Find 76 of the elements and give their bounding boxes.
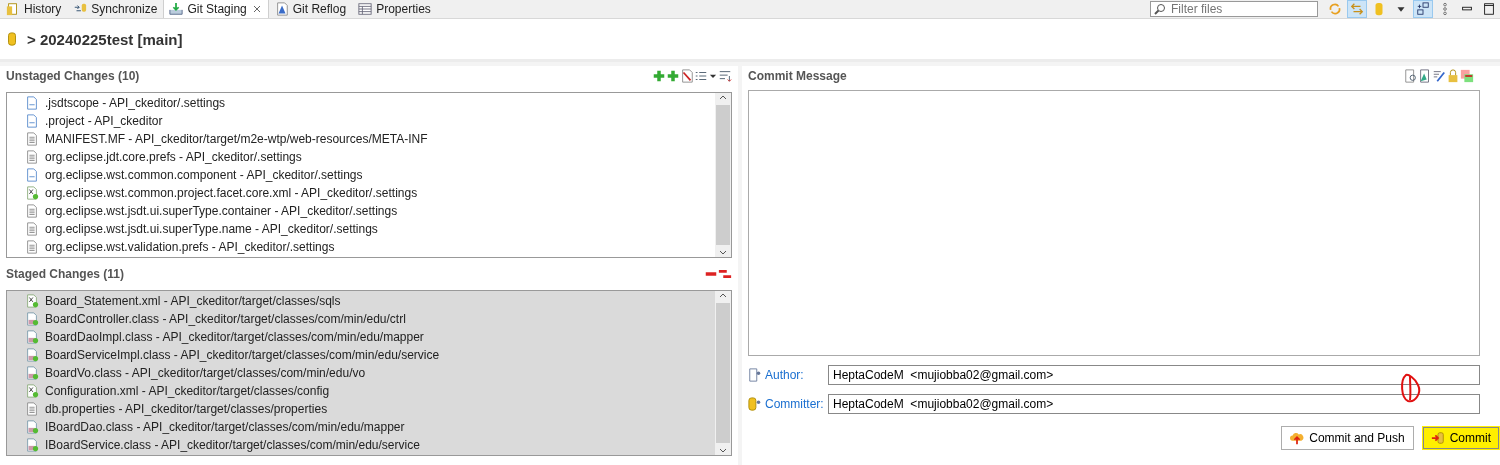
file-entry[interactable]: .project - API_ckeditor <box>45 114 163 128</box>
file-entry[interactable]: Configuration.xml - API_ckeditor/target/classes/config <box>45 384 330 398</box>
file-entry[interactable]: org.eclipse.wst.common.project.facet.core.xml - API_ckeditor/.settings <box>45 186 418 200</box>
commit-message-field[interactable] <box>748 90 1480 356</box>
author-label: Author: <box>765 368 804 382</box>
xml-file-icon <box>25 186 39 200</box>
file-icon <box>25 168 39 182</box>
cloud-upload-icon <box>1290 431 1305 445</box>
author-field[interactable]: HeptaCodeM <mujiobba02@gmail.com> <box>828 365 1480 385</box>
lock-icon <box>1446 69 1460 83</box>
class-file-icon <box>25 438 39 452</box>
commit-button[interactable]: Commit <box>1421 426 1500 450</box>
file-entry[interactable]: BoardServiceImpl.class - API_ckeditor/target/classes/com/min/edu/service <box>45 348 440 362</box>
section-title: Unstaged Changes (10) <box>6 69 141 83</box>
text-file-icon <box>25 222 39 236</box>
view-tab[interactable]: Synchronize <box>67 0 164 18</box>
ignore-icon <box>680 69 694 83</box>
scrollbar[interactable] <box>715 291 731 455</box>
author-icon <box>748 368 762 382</box>
view-tab[interactable]: Properties <box>352 0 437 18</box>
change-id-icon <box>1460 69 1474 83</box>
scrollbar[interactable] <box>715 93 731 257</box>
file-entry[interactable]: MANIFEST.MF - API_ckeditor/target/m2e-wtp/web-resources/META-INF <box>45 132 428 146</box>
history-icon <box>6 2 20 16</box>
view-tab[interactable]: History <box>0 0 68 18</box>
committer-label: Committer: <box>765 397 824 411</box>
section-title: Commit Message <box>748 69 848 83</box>
sort-icon <box>718 69 732 83</box>
repository-title: > 20240225test [main] <box>27 30 183 48</box>
file-icon <box>25 96 39 110</box>
text-file-icon <box>25 240 39 254</box>
layout-icon[interactable] <box>1413 0 1433 18</box>
filter-field[interactable]: Filter files <box>1150 1 1318 17</box>
class-file-icon <box>25 330 39 344</box>
committer-icon <box>748 397 762 411</box>
commit-icon <box>1430 431 1445 445</box>
file-entry[interactable]: db.properties - API_ckeditor/target/classes/properties <box>45 402 328 416</box>
commit-button[interactable]: Commit and Push <box>1281 426 1414 450</box>
properties-icon <box>358 2 373 16</box>
section-title: Staged Changes (11) <box>6 267 126 281</box>
class-file-icon <box>25 366 39 380</box>
sign-off-icon <box>1418 69 1432 83</box>
xml-file-icon <box>25 294 39 308</box>
view-tab[interactable]: Git Reflog <box>268 0 353 18</box>
file-entry[interactable]: BoardDaoImpl.class - API_ckeditor/target/classes/com/min/edu/mapper <box>45 330 424 344</box>
committer-field[interactable]: HeptaCodeM <mujiobba02@gmail.com> <box>828 394 1480 414</box>
file-entry[interactable]: IBoardDao.class - API_ckeditor/target/classes/com/min/edu/mapper <box>45 420 405 434</box>
text-file-icon <box>25 132 39 146</box>
file-entry[interactable]: BoardController.class - API_ckeditor/target/classes/com/min/edu/ctrl <box>45 312 406 326</box>
view-tab[interactable]: Git Staging <box>163 0 269 18</box>
file-entry[interactable]: org.eclipse.wst.validation.prefs - API_ckeditor/.settings <box>45 240 335 254</box>
file-entry[interactable]: org.eclipse.wst.jsdt.ui.superType.container - API_ckeditor/.settings <box>45 204 398 218</box>
reflog-icon <box>274 2 289 16</box>
list-view-icon <box>694 69 708 83</box>
file-entry[interactable]: org.eclipse.wst.common.component - API_ckeditor/.settings <box>45 168 363 182</box>
text-file-icon <box>25 204 39 218</box>
add-icon <box>652 69 666 83</box>
repository-icon <box>5 32 19 46</box>
class-file-icon <box>25 312 39 326</box>
class-file-icon <box>25 420 39 434</box>
file-entry[interactable]: org.eclipse.wst.jsdt.ui.superType.name - API_ckeditor/.settings <box>45 222 378 236</box>
text-file-icon <box>25 150 39 164</box>
file-entry[interactable]: .jsdtscope - API_ckeditor/.settings <box>45 96 226 110</box>
staging-icon <box>169 2 184 16</box>
preview-icon <box>1404 69 1418 83</box>
text-file-icon <box>25 402 39 416</box>
pencil-icon <box>1432 69 1446 83</box>
remove-all-icon <box>718 267 732 281</box>
file-entry[interactable]: org.eclipse.jdt.core.prefs - API_ckeditor/.settings <box>45 150 302 164</box>
file-entry[interactable]: Board_Statement.xml - API_ckeditor/target/classes/sqls <box>45 294 341 308</box>
file-entry[interactable]: BoardVo.class - API_ckeditor/target/classes/com/min/edu/vo <box>45 366 366 380</box>
add-all-icon <box>666 69 680 83</box>
xml-file-icon <box>25 384 39 398</box>
class-file-icon <box>25 348 39 362</box>
file-icon <box>25 114 39 128</box>
file-entry[interactable]: IBoardService.class - API_ckeditor/target/classes/com/min/edu/service <box>45 438 420 452</box>
